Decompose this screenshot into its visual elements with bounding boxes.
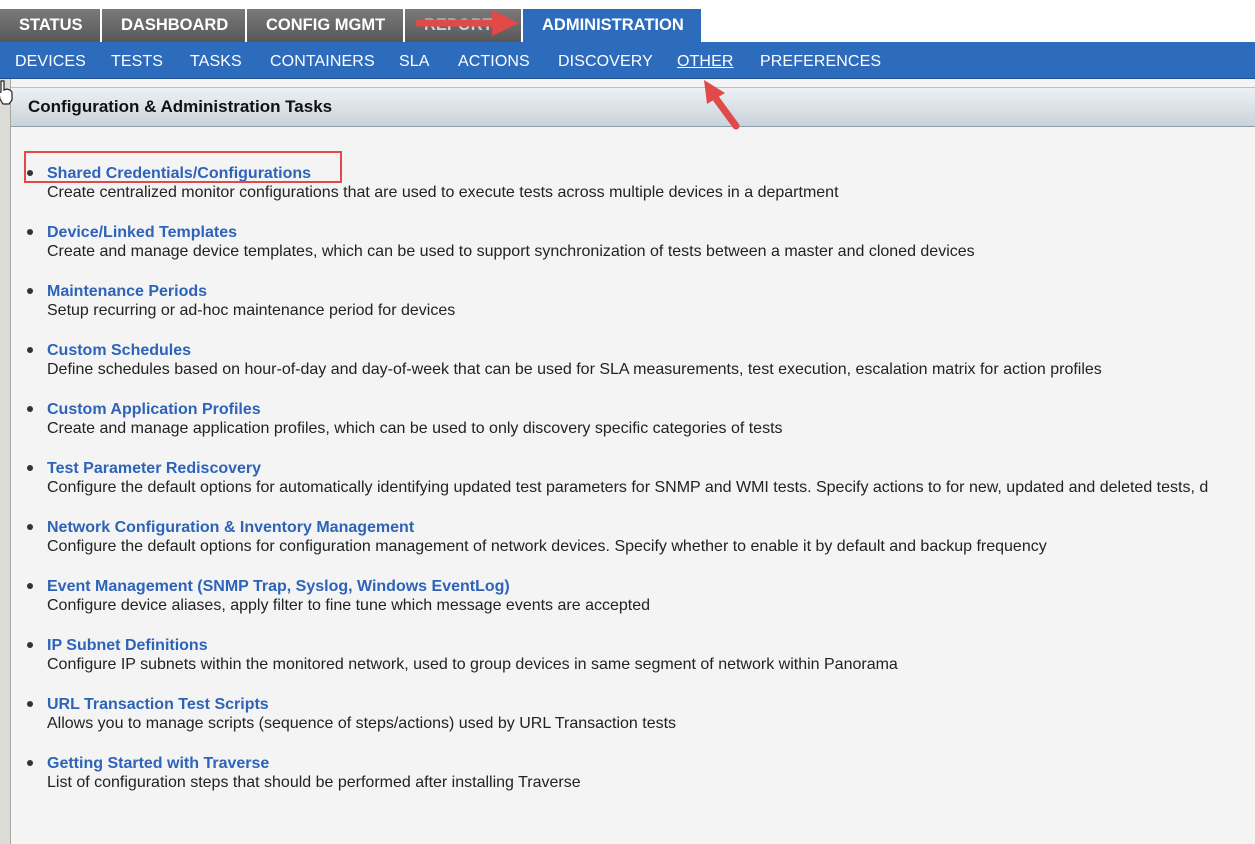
link-app-profiles[interactable]: Custom Application Profiles [47,400,261,419]
link-event-management[interactable]: Event Management (SNMP Trap, Syslog, Win… [47,577,510,596]
bullet-icon [27,701,33,707]
bullet-icon [27,229,33,235]
bullet-icon [27,524,33,530]
bullet-icon [27,288,33,294]
task-description: Configure IP subnets within the monitore… [47,656,898,673]
subnav-tests[interactable]: TESTS [111,42,163,82]
task-description: Configure the default options for config… [47,538,1047,555]
subnav-actions[interactable]: ACTIONS [458,42,530,82]
task-description: Define schedules based on hour-of-day an… [47,361,1102,378]
sub-nav-bar: DEVICES TESTS TASKS CONTAINERS SLA ACTIO… [0,42,1255,79]
task-description: Setup recurring or ad-hoc maintenance pe… [47,302,456,319]
bullet-icon [27,347,33,353]
link-ip-subnets[interactable]: IP Subnet Definitions [47,636,208,655]
task-description: Allows you to manage scripts (sequence o… [47,715,677,732]
link-network-config[interactable]: Network Configuration & Inventory Manage… [47,518,414,537]
link-custom-schedules[interactable]: Custom Schedules [47,341,191,360]
subnav-other[interactable]: OTHER [677,42,734,82]
tab-report[interactable]: REPORT [405,9,521,42]
left-gutter [0,79,11,844]
link-getting-started[interactable]: Getting Started with Traverse [47,754,269,773]
bullet-icon [27,760,33,766]
bullet-icon [27,465,33,471]
hand-cursor-icon [0,80,13,105]
task-description: List of configuration steps that should … [47,774,581,791]
subnav-discovery[interactable]: DISCOVERY [558,42,653,82]
task-description: Create centralized monitor configuration… [47,184,839,201]
link-maintenance-periods[interactable]: Maintenance Periods [47,282,207,301]
task-description: Create and manage device templates, whic… [47,243,975,260]
subnav-sla[interactable]: SLA [399,42,430,82]
link-device-templates[interactable]: Device/Linked Templates [47,223,237,242]
annotation-highlight-box [24,151,342,183]
tab-administration[interactable]: ADMINISTRATION [523,9,701,42]
link-url-scripts[interactable]: URL Transaction Test Scripts [47,695,269,714]
link-test-rediscovery[interactable]: Test Parameter Rediscovery [47,459,261,478]
app-window: STATUS DASHBOARD CONFIG MGMT REPORT ADMI… [0,0,1255,844]
subnav-containers[interactable]: CONTAINERS [270,42,375,82]
subnav-preferences[interactable]: PREFERENCES [760,42,881,82]
subnav-devices[interactable]: DEVICES [15,42,86,82]
bullet-icon [27,583,33,589]
top-tab-bar: STATUS DASHBOARD CONFIG MGMT REPORT ADMI… [0,9,701,42]
bullet-icon [27,642,33,648]
tab-status[interactable]: STATUS [0,9,100,42]
subnav-tasks[interactable]: TASKS [190,42,242,82]
tab-config-mgmt[interactable]: CONFIG MGMT [247,9,403,42]
task-description: Configure device aliases, apply filter t… [47,597,651,614]
panel-header: Configuration & Administration Tasks [11,87,1255,127]
panel-title: Configuration & Administration Tasks [28,97,333,116]
task-description: Create and manage application profiles, … [47,420,783,437]
task-description: Configure the default options for automa… [47,479,1209,496]
tab-dashboard[interactable]: DASHBOARD [102,9,245,42]
bullet-icon [27,406,33,412]
